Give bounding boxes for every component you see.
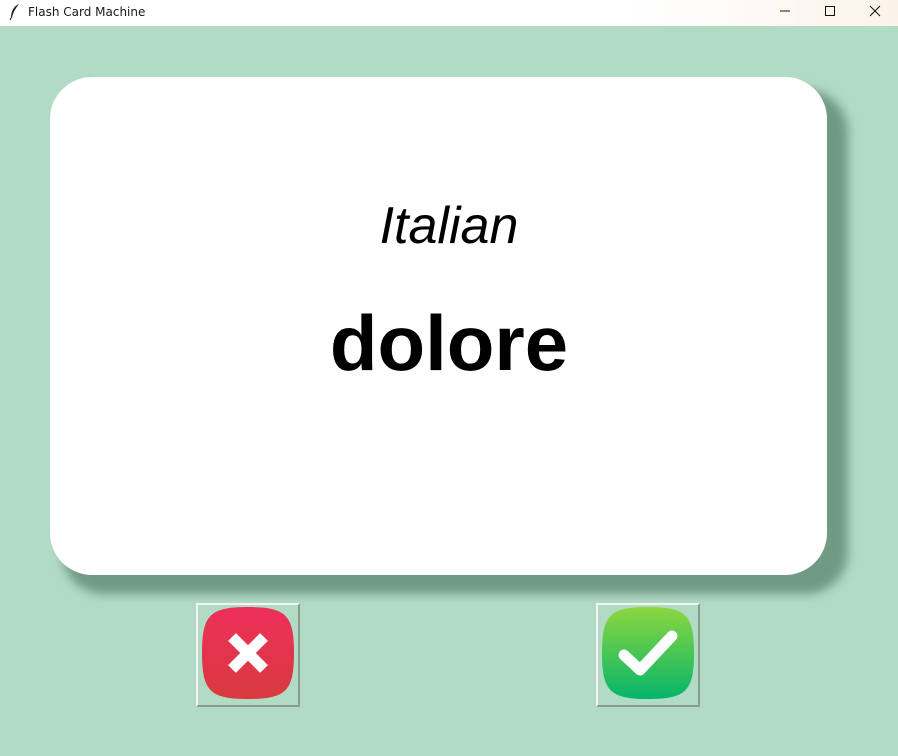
close-icon [869, 4, 881, 22]
card-language: Italian [379, 197, 519, 255]
minimize-icon [779, 4, 791, 22]
minimize-button[interactable] [762, 0, 808, 26]
right-button[interactable] [596, 603, 700, 707]
card-word: dolore [329, 299, 569, 387]
feather-icon [8, 3, 22, 21]
title-bar: Flash Card Machine [0, 0, 898, 26]
wrong-button[interactable] [196, 603, 300, 707]
cross-icon [200, 605, 296, 706]
maximize-icon [824, 4, 836, 22]
window-title: Flash Card Machine [28, 5, 146, 19]
maximize-button[interactable] [807, 0, 853, 26]
checkmark-icon [600, 605, 696, 706]
close-button[interactable] [852, 0, 898, 26]
